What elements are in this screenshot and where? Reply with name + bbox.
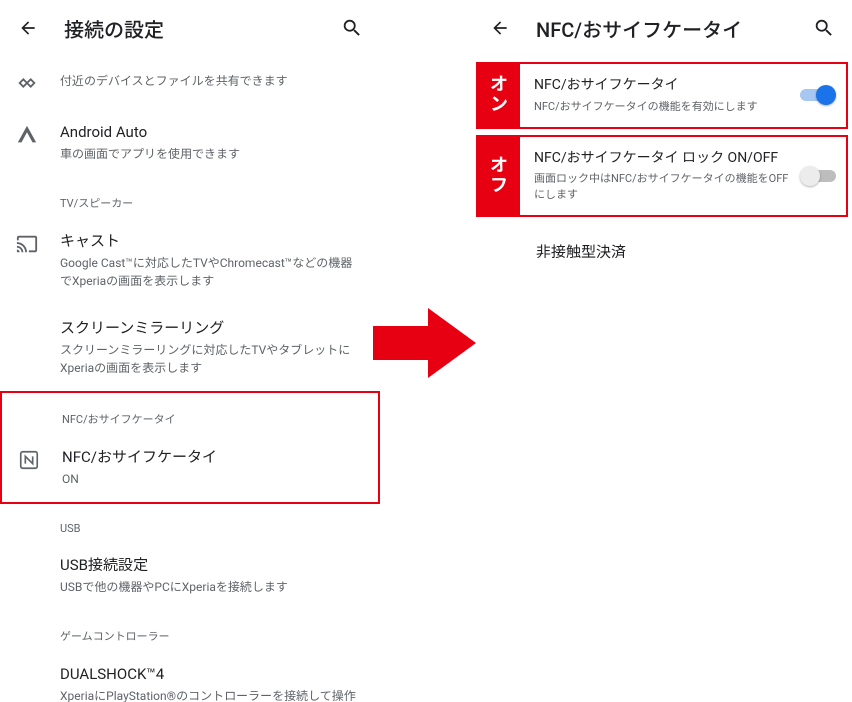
row-android-auto[interactable]: Android Auto 車の画面でアプリを使用できます [0,108,380,177]
search-button[interactable] [340,16,364,40]
badge-on: オン [478,64,520,127]
arrow-back-icon [490,18,510,38]
search-icon [341,17,363,39]
row-subtitle: 付近のデバイスとファイルを共有できます [60,72,364,90]
nfc-icon [18,449,40,471]
settings-screen-connection: 接続の設定 付近のデバイスとファイルを共有できます Android Auto 車… [0,0,380,702]
row-contactless-payment[interactable]: 非接触型決済 [472,223,852,280]
row-screen-mirroring[interactable]: スクリーンミラーリング スクリーンミラーリングに対応したTVやタブレットにXpe… [0,304,380,391]
highlight-nfc-section: NFC/おサイフケータイ NFC/おサイフケータイ ON [0,391,380,504]
row-title: NFC/おサイフケータイ [62,447,362,468]
row-subtitle: USBで他の機器やPCにXperiaを接続します [60,578,364,596]
row-nearby-share[interactable]: 付近のデバイスとファイルを共有できます [0,56,380,108]
app-bar: 接続の設定 [0,0,380,56]
row-nfc-osaifu[interactable]: NFC/おサイフケータイ ON [2,433,378,502]
category-tv-speaker: TV/スピーカー [0,177,380,217]
row-usb-settings[interactable]: USB接続設定 USBで他の機器やPCにXperiaを接続します [0,541,380,610]
row-title: USB接続設定 [60,555,364,576]
settings-list: 付近のデバイスとファイルを共有できます Android Auto 車の画面でアプ… [0,56,380,702]
cast-icon [16,233,38,255]
row-title: DUALSHOCK™4 [60,664,364,685]
row-title: Android Auto [60,122,364,143]
row-subtitle: ON [62,470,362,488]
arrow-right-icon [373,303,478,383]
row-title: NFC/おサイフケータイ [534,76,792,96]
category-nfc: NFC/おサイフケータイ [2,393,378,433]
search-icon [813,17,835,39]
row-subtitle: XperiaにPlayStation®のコントローラーを接続して操作します [60,687,364,702]
back-button[interactable] [488,16,512,40]
settings-screen-nfc: NFC/おサイフケータイ オン NFC/おサイフケータイ NFC/おサイフケータ… [472,0,852,702]
category-usb: USB [0,504,380,541]
android-auto-icon [16,124,38,146]
row-dualshock4[interactable]: DUALSHOCK™4 XperiaにPlayStation®のコントローラーを… [0,650,380,702]
transition-arrow [370,298,480,388]
search-button[interactable] [812,16,836,40]
row-title: スクリーンミラーリング [60,318,364,339]
badge-off: オフ [478,137,520,215]
app-bar: NFC/おサイフケータイ [472,0,852,56]
page-title: NFC/おサイフケータイ [536,14,812,43]
nfc-switch[interactable] [800,85,836,105]
row-subtitle: Google Cast™に対応したTVやChromecast™などの機器でXpe… [60,254,364,290]
row-subtitle: 車の画面でアプリを使用できます [60,145,364,163]
row-nfc-lock-toggle[interactable]: オフ NFC/おサイフケータイ ロック ON/OFF 画面ロック中はNFC/おサ… [476,135,848,217]
back-button[interactable] [16,16,40,40]
nfc-lock-switch[interactable] [800,166,836,186]
nfc-settings-list: オン NFC/おサイフケータイ NFC/おサイフケータイの機能を有効にします オ… [472,62,852,280]
row-subtitle: NFC/おサイフケータイの機能を有効にします [534,99,792,115]
category-game-controller: ゲームコントローラー [0,610,380,650]
row-subtitle: スクリーンミラーリングに対応したTVやタブレットにXperiaの画面を表示します [60,341,364,377]
row-subtitle: 画面ロック中はNFC/おサイフケータイの機能をOFFにします [534,171,792,203]
nearby-icon [16,72,38,94]
row-cast[interactable]: キャスト Google Cast™に対応したTVやChromecast™などの機… [0,217,380,304]
arrow-back-icon [18,18,38,38]
row-title: キャスト [60,231,364,252]
row-title: NFC/おサイフケータイ ロック ON/OFF [534,149,792,169]
page-title: 接続の設定 [64,14,340,43]
row-nfc-toggle[interactable]: オン NFC/おサイフケータイ NFC/おサイフケータイの機能を有効にします [476,62,848,129]
